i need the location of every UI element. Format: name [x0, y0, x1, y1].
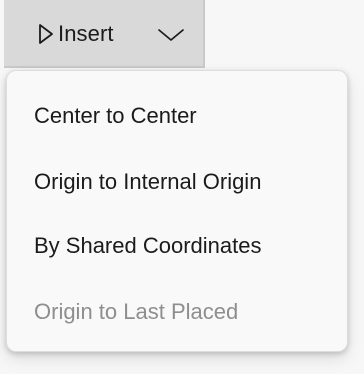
- menu-item-origin-to-last-placed: Origin to Last Placed: [34, 299, 239, 324]
- play-outline-icon: [38, 23, 54, 45]
- insert-button-label: Insert: [58, 21, 114, 46]
- menu-item-origin-to-internal-origin[interactable]: Origin to Internal Origin: [34, 158, 334, 206]
- insert-options-menu: Center to Center Origin to Internal Orig…: [6, 70, 348, 352]
- menu-item-by-shared-coordinates[interactable]: By Shared Coordinates: [34, 222, 334, 270]
- menu-item-center-to-center[interactable]: Center to Center: [34, 92, 334, 140]
- chevron-down-icon: [157, 27, 185, 43]
- insert-dropdown-screen: Insert Center to Center Origin to Intern…: [0, 0, 364, 374]
- insert-dropdown-button[interactable]: Insert: [4, 0, 205, 68]
